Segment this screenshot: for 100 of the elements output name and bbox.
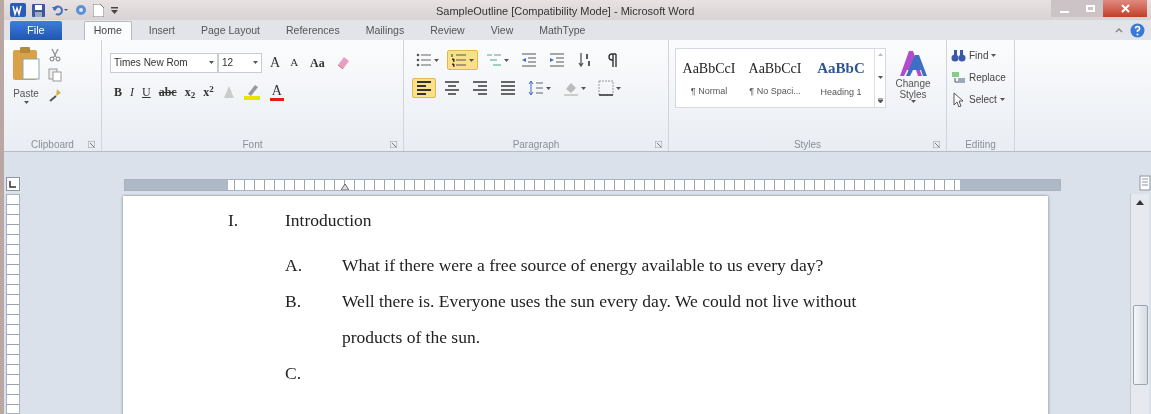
font-name-field[interactable]: Times New Rom — [110, 52, 218, 73]
list-marker: I. — [228, 209, 240, 232]
caret-icon — [991, 53, 997, 57]
increase-indent-icon — [549, 52, 565, 68]
find-button[interactable]: Find — [951, 46, 1014, 64]
align-left-icon — [416, 80, 432, 96]
replace-icon — [951, 69, 966, 85]
save-icon[interactable] — [32, 3, 45, 17]
numbered-list-button[interactable] — [447, 50, 478, 70]
list-marker: C. — [285, 362, 303, 385]
multilevel-list-icon — [486, 52, 502, 68]
format-button[interactable]: x$_{2}$ — [184, 83, 196, 101]
caret-icon — [546, 86, 551, 90]
caret-icon — [209, 61, 214, 64]
ribbon-tab[interactable]: MathType — [530, 21, 595, 40]
caret-icon — [434, 58, 439, 62]
file-tab[interactable]: File — [10, 21, 62, 40]
change-styles-button[interactable]: Change Styles — [890, 48, 936, 103]
scissors-icon[interactable] — [48, 48, 62, 62]
grow-font-button[interactable]: A — [268, 52, 283, 73]
line-spacing-icon — [528, 80, 544, 96]
window-title: SampleOutline [Compatibility Mode] - Microsoft Word — [436, 4, 695, 19]
horizontal-ruler[interactable] — [123, 179, 1062, 191]
undo-icon[interactable] — [51, 4, 69, 16]
ribbon-tab[interactable]: Review — [421, 21, 474, 40]
group-label: Paragraph — [512, 137, 560, 152]
replace-button[interactable]: Replace — [951, 68, 1014, 86]
help-icon[interactable] — [1130, 23, 1145, 38]
paintbrush-icon[interactable] — [48, 88, 62, 102]
format-button[interactable]: x$^{2}$ — [203, 83, 214, 101]
dialog-launcher-icon[interactable] — [390, 141, 397, 148]
paragraph-text: Introduction — [285, 209, 373, 232]
list-marker: A. — [285, 254, 303, 277]
align-center-icon — [444, 80, 460, 96]
select-button[interactable]: Select — [951, 90, 1014, 108]
scroll-thumb[interactable] — [1132, 305, 1148, 385]
indent-marker-icon[interactable] — [340, 182, 349, 190]
scroll-up-icon[interactable] — [1136, 200, 1144, 205]
binoculars-icon — [951, 47, 966, 63]
scroll-down-icon — [877, 75, 883, 79]
dialog-launcher-icon[interactable] — [933, 141, 940, 148]
group-label: Styles — [793, 137, 822, 152]
ribbon-tab[interactable]: Insert — [139, 21, 184, 40]
ribbon-tab[interactable]: Mailings — [356, 21, 414, 40]
bullets-icon — [416, 52, 432, 68]
shading-icon — [563, 80, 579, 96]
align-left-button[interactable] — [412, 78, 436, 98]
shrink-font-button[interactable]: A — [288, 54, 301, 71]
style-item[interactable]: AaBbCcI ¶ Normal — [676, 57, 742, 99]
justify-icon — [500, 80, 516, 96]
caret-icon — [581, 86, 586, 90]
format-button[interactable]: U — [142, 83, 151, 101]
ribbon-tab[interactable]: View — [481, 21, 523, 40]
tab-selector-button[interactable] — [6, 177, 20, 191]
left-tab-icon — [9, 180, 17, 188]
clipboard-icon — [11, 46, 41, 82]
ribbon-tab[interactable]: Home — [83, 21, 132, 40]
caret-icon — [616, 86, 621, 90]
numbered-list-icon — [451, 52, 467, 68]
format-button[interactable]: B — [114, 83, 122, 101]
ribbon-tab[interactable]: Page Layout — [192, 21, 269, 40]
format-button[interactable]: abc — [158, 83, 177, 101]
redo-icon[interactable] — [75, 4, 87, 16]
customize-toolbar-icon[interactable] — [110, 5, 119, 15]
format-button[interactable]: I — [130, 83, 134, 101]
group-label: Editing — [965, 137, 996, 152]
group-label: Font — [242, 137, 263, 152]
caret-icon — [504, 58, 509, 62]
paragraph-text: What if there were a free source of energy available to us every day? — [342, 254, 825, 277]
close-button[interactable] — [1103, 0, 1147, 17]
caret-icon — [23, 101, 29, 104]
word-logo-icon[interactable] — [10, 3, 26, 17]
highlighter-icon[interactable] — [243, 84, 262, 100]
list-marker: B. — [285, 290, 303, 313]
change-case-button[interactable]: Aa — [306, 53, 329, 72]
caret-icon — [999, 97, 1005, 101]
sort-icon — [577, 52, 593, 68]
style-item[interactable]: AaBbCcI ¶ No Spaci... — [742, 57, 808, 99]
font-size-field[interactable]: 12 — [218, 52, 262, 73]
caret-icon — [910, 100, 916, 103]
caret-icon — [253, 61, 258, 64]
group-label: Clipboard — [31, 137, 74, 152]
borders-icon — [598, 80, 614, 96]
vertical-ruler[interactable] — [6, 194, 20, 414]
copy-icon[interactable] — [48, 68, 62, 82]
paste-button[interactable]: Paste — [8, 46, 44, 137]
gallery-scroll-buttons[interactable] — [874, 49, 885, 107]
decrease-indent-icon — [521, 52, 537, 68]
font-color-button[interactable]: A — [269, 83, 284, 101]
style-item[interactable]: AaBbC Heading 1 — [808, 57, 874, 99]
cursor-icon — [951, 91, 966, 107]
dialog-launcher-icon[interactable] — [88, 141, 95, 148]
view-ruler-icon[interactable] — [1139, 175, 1151, 191]
ribbon-tab[interactable]: References — [277, 21, 349, 40]
new-document-icon[interactable] — [93, 3, 104, 17]
dialog-launcher-icon[interactable] — [655, 141, 662, 148]
vertical-scrollbar[interactable] — [1130, 194, 1149, 414]
caret-icon — [469, 58, 474, 62]
styles-letters-icon — [898, 48, 928, 78]
paragraph-text: Well there is. Everyone uses the sun every day. We could not live without products of the sun. — [342, 290, 858, 349]
